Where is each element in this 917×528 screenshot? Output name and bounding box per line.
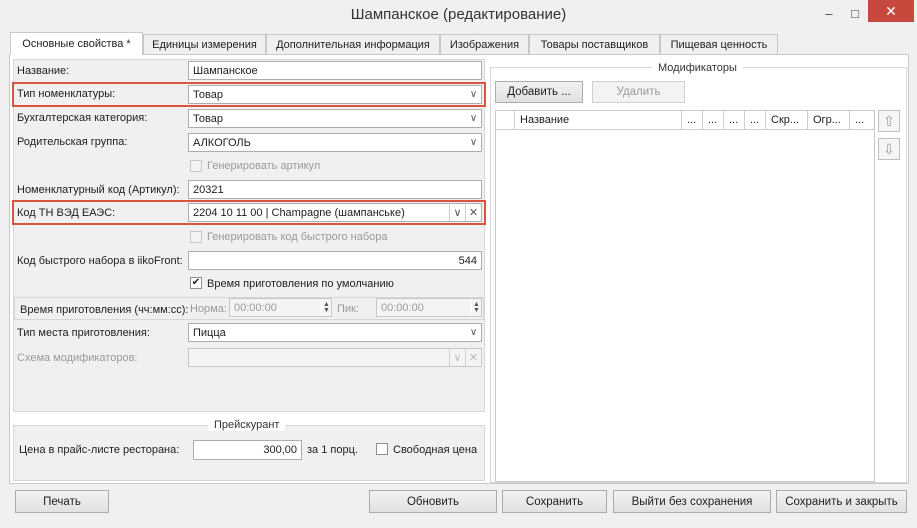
generate-article-checkbox[interactable] <box>190 160 202 172</box>
default-cook-time-checkbox[interactable]: ✔ <box>190 277 202 289</box>
chevron-down-icon[interactable]: ∨ <box>465 110 481 127</box>
parent-group-value: АЛКОГОЛЬ <box>193 136 251 149</box>
norm-time-value: 00:00:00 <box>234 301 277 314</box>
cook-place-select[interactable]: Пицца ∨ <box>188 323 482 342</box>
nomenclature-type-label: Тип номенклатуры: <box>17 88 116 100</box>
cook-place-value: Пицца <box>193 326 226 339</box>
tab-additional-info[interactable]: Дополнительная информация <box>266 34 440 54</box>
quick-code-label: Код быстрого набора в iikoFront: <box>17 255 183 267</box>
name-input[interactable]: Шампанское <box>188 61 482 80</box>
close-button[interactable]: ✕ <box>868 0 914 22</box>
free-price-checkbox[interactable] <box>376 443 388 455</box>
generate-article-label: Генерировать артикул <box>207 160 321 172</box>
refresh-button[interactable]: Обновить <box>369 490 497 513</box>
generate-quick-code-checkbox[interactable] <box>190 231 202 243</box>
print-button[interactable]: Печать <box>15 490 109 513</box>
column-header[interactable]: ... <box>682 111 703 130</box>
close-icon[interactable]: ✕ <box>465 204 481 221</box>
tab-nutrition[interactable]: Пищевая ценность <box>660 34 778 54</box>
column-header[interactable]: ... <box>703 111 724 130</box>
per-portion-label: за 1 порц. <box>307 444 358 456</box>
generate-quick-code-label: Генерировать код быстрого набора <box>207 231 388 243</box>
window-title: Шампанское (редактирование) <box>350 6 567 23</box>
save-and-close-button[interactable]: Сохранить и закрыть <box>776 490 907 513</box>
exit-without-save-button[interactable]: Выйти без сохранения <box>613 490 771 513</box>
peak-label: Пик: <box>337 303 359 315</box>
chevron-down-icon[interactable]: ∨ <box>465 86 481 103</box>
cook-time-label: Время приготовления (чч:мм:сс): <box>20 304 189 316</box>
norm-time-input[interactable]: 00:00:00 ▲ ▼ <box>229 298 332 317</box>
row-selector-header <box>496 111 515 130</box>
move-up-button[interactable]: ⇧ <box>878 110 900 132</box>
spinner-icon[interactable]: ▲ ▼ <box>471 299 481 316</box>
accounting-category-select[interactable]: Товар ∨ <box>188 109 482 128</box>
article-code-input[interactable]: 20321 <box>188 180 482 199</box>
column-header-hidden[interactable]: Скр... <box>766 111 808 130</box>
save-button[interactable]: Сохранить <box>502 490 607 513</box>
spinner-icon[interactable]: ▲ ▼ <box>321 299 331 316</box>
accounting-category-label: Бухгалтерская категория: <box>17 112 148 124</box>
modifier-scheme-select[interactable]: ∨ ✕ <box>188 348 482 367</box>
column-header[interactable]: ... <box>850 111 874 130</box>
chevron-down-icon[interactable]: ∨ <box>449 204 465 221</box>
column-header-limit[interactable]: Огр... <box>808 111 850 130</box>
tab-images[interactable]: Изображения <box>440 34 529 54</box>
column-header[interactable]: ... <box>745 111 766 130</box>
close-icon[interactable]: ✕ <box>465 349 481 366</box>
arrow-up-icon: ⇧ <box>883 112 895 129</box>
modifiers-title: Модификаторы <box>652 62 743 74</box>
checkmark-icon: ✔ <box>191 277 201 288</box>
default-cook-time-label: Время приготовления по умолчанию <box>207 278 394 290</box>
cook-place-label: Тип места приготовления: <box>17 327 150 339</box>
modifiers-table: Название ... ... ... ... Скр... Огр... .… <box>495 110 875 482</box>
arrow-down-icon: ⇩ <box>883 140 895 157</box>
peak-time-value: 00:00:00 <box>381 301 424 314</box>
move-down-button[interactable]: ⇩ <box>878 138 900 160</box>
chevron-down-icon[interactable]: ∨ <box>465 324 481 341</box>
chevron-down-icon[interactable]: ∨ <box>465 134 481 151</box>
parent-group-label: Родительская группа: <box>17 136 128 148</box>
accounting-category-value: Товар <box>193 112 223 125</box>
minimize-button[interactable]: – <box>818 0 840 26</box>
maximize-button[interactable]: □ <box>844 0 866 26</box>
price-label: Цена в прайс-листе ресторана: <box>19 444 180 456</box>
nomenclature-type-select[interactable]: Товар ∨ <box>188 85 482 104</box>
parent-group-select[interactable]: АЛКОГОЛЬ ∨ <box>188 133 482 152</box>
modifier-scheme-label: Схема модификаторов: <box>17 352 138 364</box>
chevron-down-icon[interactable]: ∨ <box>449 349 465 366</box>
column-header[interactable]: ... <box>724 111 745 130</box>
quick-code-input[interactable]: 544 <box>188 251 482 270</box>
tn-ved-label: Код ТН ВЭД ЕАЭС: <box>17 207 116 219</box>
tab-units[interactable]: Единицы измерения <box>143 34 266 54</box>
free-price-label: Свободная цена <box>393 444 478 456</box>
tn-ved-select[interactable]: 2204 10 11 00 | Champagne (шампанське) ∨… <box>188 203 482 222</box>
tab-supplier-goods[interactable]: Товары поставщиков <box>529 34 660 54</box>
add-modifier-button[interactable]: Добавить ... <box>495 81 583 103</box>
pricelist-title: Прейскурант <box>208 419 286 431</box>
peak-time-input[interactable]: 00:00:00 ▲ ▼ <box>376 298 482 317</box>
price-input[interactable]: 300,00 <box>193 440 302 460</box>
nomenclature-type-value: Товар <box>193 88 223 101</box>
article-code-label: Номенклатурный код (Артикул): <box>17 184 180 196</box>
column-header-name[interactable]: Название <box>515 111 682 130</box>
norm-label: Норма: <box>190 303 227 315</box>
close-icon: ✕ <box>885 2 897 19</box>
name-label: Название: <box>17 65 70 77</box>
delete-modifier-button[interactable]: Удалить <box>592 81 685 103</box>
tab-main-properties[interactable]: Основные свойства * <box>10 32 143 55</box>
tn-ved-value: 2204 10 11 00 | Champagne (шампанське) <box>193 206 405 219</box>
